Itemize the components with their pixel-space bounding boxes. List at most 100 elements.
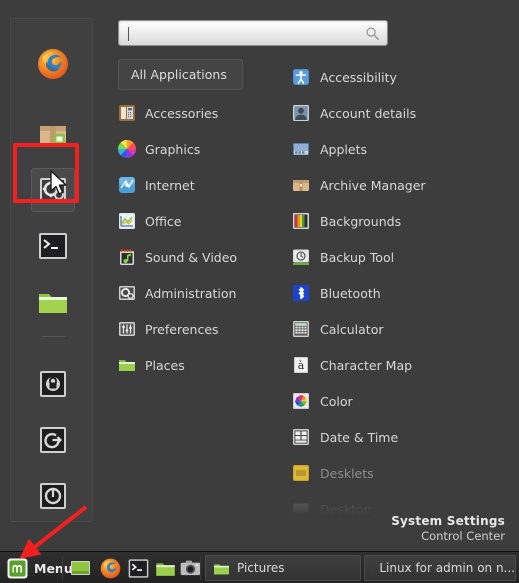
category-all-applications[interactable]: All Applications [118,59,243,90]
bluetooth-icon [293,285,309,301]
window-button-label: Pictures [237,561,285,575]
favorite-lock-screen[interactable] [31,362,75,406]
backgrounds-icon [293,213,309,229]
category-item-administration[interactable]: Administration [118,280,268,306]
app-item-calculator[interactable]: Calculator [292,316,507,342]
category-label: Places [145,357,185,373]
category-label: Office [145,213,182,229]
launcher-show-desktop[interactable] [70,558,91,579]
character-map-icon: à [294,357,308,373]
menu-button-label: Menu [34,560,73,576]
launcher-files[interactable] [155,558,176,579]
logout-icon [40,427,66,453]
app-label: Color [320,393,353,409]
screen: All Applications Accessories Graphics In… [0,0,519,583]
favorite-firefox-web-browser[interactable] [31,42,75,86]
show-desktop-icon [71,561,90,575]
category-label: Sound & Video [145,249,238,265]
favorites-sidebar [10,18,93,522]
sound-video-icon [120,249,134,265]
color-icon [293,393,309,409]
launcher-firefox[interactable] [100,558,121,579]
app-item-account-details[interactable]: Account details [292,100,507,126]
applets-icon [293,143,309,155]
office-icon [119,213,135,229]
favorite-logout[interactable] [31,418,75,462]
accessories-icon [119,105,135,121]
taskbar-separator-2 [200,556,201,580]
app-label: Date & Time [320,429,399,445]
category-all-applications-label: All Applications [131,67,227,82]
favorite-quit[interactable] [31,474,75,518]
app-label: Desktop [320,501,372,517]
favorite-files[interactable] [31,280,75,324]
app-label: Applets [320,141,367,157]
quit-power-icon [40,483,66,509]
category-item-office[interactable]: Office [118,208,268,234]
administration-icon [119,286,135,300]
system-settings-icon [40,178,66,202]
window-button-linux-for-admin[interactable]: Linux for admin on n... [364,555,516,581]
screenshot-icon [180,560,201,576]
app-label: Archive Manager [320,177,426,193]
files-icon [156,563,175,576]
app-item-date-time[interactable]: Date & Time [292,424,507,450]
app-label: Backgrounds [320,213,402,229]
launcher-terminal[interactable] [128,558,149,579]
app-item-backgrounds[interactable]: Backgrounds [292,208,507,234]
app-item-color[interactable]: Color [292,388,507,414]
archive-manager-icon [293,180,309,191]
search-input[interactable] [127,21,357,45]
folder-icon [214,563,229,574]
app-item-desklets[interactable]: Desklets [292,460,507,486]
account-details-icon [293,105,309,121]
firefox-icon [100,558,121,579]
places-folder-icon [119,360,135,371]
taskbar-separator-1 [62,556,63,580]
app-item-backup-tool[interactable]: Backup Tool [292,244,507,270]
app-item-character-map[interactable]: à Character Map [292,352,507,378]
preferences-icon [119,322,135,336]
category-label: Internet [145,177,195,193]
terminal-icon [128,559,149,578]
desktop-icon [293,503,309,514]
app-label: Backup Tool [320,249,395,265]
category-item-sound-video[interactable]: Sound & Video [118,244,268,270]
category-label: Graphics [145,141,201,157]
linux-mint-logo-icon [7,558,28,578]
lock-screen-icon [40,371,66,397]
category-item-internet[interactable]: Internet [118,172,268,198]
category-item-places[interactable]: Places [118,352,268,378]
accessibility-icon [293,69,309,85]
app-item-accessibility[interactable]: Accessibility [292,64,507,90]
app-item-bluetooth[interactable]: Bluetooth [292,280,507,306]
software-manager-icon [40,126,66,144]
graphics-icon [118,140,136,158]
favorite-system-settings[interactable] [31,168,75,212]
favorite-terminal[interactable] [31,224,75,268]
search-box[interactable] [118,20,388,46]
taskbar-panel: Menu Pictures Linux for admin on n... [0,551,519,583]
app-label: Character Map [320,357,413,373]
category-item-graphics[interactable]: Graphics [118,136,268,162]
favorites-separator [41,336,65,337]
application-menu-window: All Applications Accessories Graphics In… [0,0,519,551]
app-label: Desklets [320,465,374,481]
window-button-pictures[interactable]: Pictures [205,555,361,581]
category-item-preferences[interactable]: Preferences [118,316,268,342]
category-label: Administration [145,285,237,301]
app-label: Account details [320,105,417,121]
launcher-screenshot[interactable] [180,558,201,579]
svg-text:à: à [298,359,305,372]
category-label: Accessories [145,105,219,121]
app-item-archive-manager[interactable]: Archive Manager [292,172,507,198]
app-item-applets[interactable]: Applets [292,136,507,162]
calculator-icon [293,321,309,337]
date-time-icon [293,429,309,445]
category-item-accessories[interactable]: Accessories [118,100,268,126]
app-label: Bluetooth [320,285,381,301]
files-icon [39,294,67,313]
favorite-software-manager[interactable] [31,112,75,156]
search-icon [366,27,380,41]
firefox-web-browser-icon [38,49,68,79]
